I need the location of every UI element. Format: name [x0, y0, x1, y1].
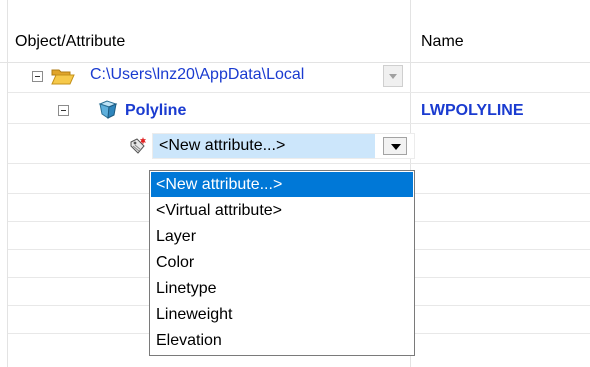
attribute-combobox-value: <New attribute...>: [159, 137, 286, 154]
collapse-icon[interactable]: [58, 105, 69, 116]
polyline-object-icon: [97, 99, 119, 121]
column-header-object-attribute[interactable]: Object/Attribute: [15, 33, 125, 51]
object-type-name: LWPOLYLINE: [421, 102, 524, 119]
folder-open-icon: [50, 65, 76, 87]
column-header-name[interactable]: Name: [421, 33, 464, 51]
attribute-combobox[interactable]: <New attribute...>: [152, 133, 415, 159]
attribute-dropdown-list[interactable]: <New attribute...> <Virtual attribute> L…: [149, 170, 415, 356]
path-dropdown-button[interactable]: [383, 65, 403, 87]
grid-left-border: [7, 0, 8, 367]
row-divider: [8, 92, 590, 93]
folder-path: C:\Users\lnz20\AppData\Local: [90, 66, 305, 83]
dropdown-option-layer[interactable]: Layer: [151, 224, 413, 249]
object-label: Polyline: [125, 102, 187, 119]
grid-header: Object/Attribute Name: [0, 0, 590, 63]
chevron-down-icon[interactable]: [383, 137, 407, 155]
row-divider: [8, 163, 590, 164]
dropdown-option-new-attribute[interactable]: <New attribute...>: [151, 172, 413, 197]
dropdown-option-linetype[interactable]: Linetype: [151, 276, 413, 301]
dropdown-option-elevation[interactable]: Elevation: [151, 328, 413, 353]
row-divider: [8, 123, 590, 124]
attribute-grid: Object/Attribute Name C:\Users\lnz20\App…: [0, 0, 590, 367]
attribute-combobox-field[interactable]: <New attribute...>: [153, 134, 375, 158]
dropdown-option-color[interactable]: Color: [151, 250, 413, 275]
new-attribute-icon: [128, 136, 148, 156]
dropdown-option-virtual-attribute[interactable]: <Virtual attribute>: [151, 198, 413, 223]
dropdown-option-lineweight[interactable]: Lineweight: [151, 302, 413, 327]
collapse-icon[interactable]: [32, 71, 43, 82]
